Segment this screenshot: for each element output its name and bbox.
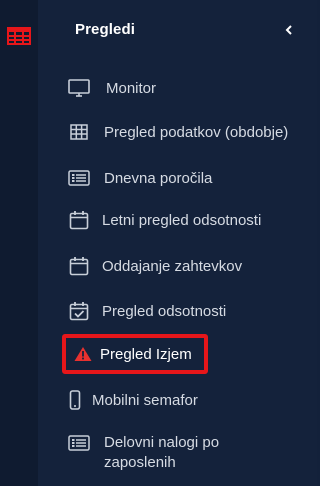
list-icon [68, 433, 90, 453]
menu-item-label: Dnevna poročila [104, 169, 213, 187]
app-window: Pregledi Monitor Pregled podatkov (obdob… [0, 0, 317, 486]
menu-item-label: Pregled podatkov (obdobje) [104, 123, 289, 141]
panel-title: Pregledi [75, 21, 135, 38]
calendar-icon [68, 256, 90, 276]
menu-item-pregled-odsotnosti[interactable]: Pregled odsotnosti [68, 299, 226, 323]
menu-item-label: Pregled Izjem [100, 345, 192, 363]
monitor-icon [68, 78, 90, 98]
list-icon [68, 168, 90, 188]
menu-item-label: Mobilni semafor [92, 391, 198, 409]
menu-item-label: Letni pregled odsotnosti [102, 211, 262, 229]
menu-item-pregled-izjem[interactable]: Pregled Izjem [62, 334, 208, 374]
menu-item-letni-pregled-odsotnosti[interactable]: Letni pregled odsotnosti [68, 208, 261, 232]
table-icon [68, 122, 90, 142]
warning-icon [74, 344, 92, 364]
menu-item-monitor[interactable]: Monitor [68, 76, 156, 100]
calendar-icon [68, 210, 90, 230]
menu-item-oddajanje-zahtevkov[interactable]: Oddajanje zahtevkov [68, 254, 242, 278]
menu-item-mobilni-semafor[interactable]: Mobilni semafor [68, 388, 198, 412]
menu-item-label: Delovni nalogi po zaposlenih [104, 434, 220, 471]
calendar-check-icon [68, 301, 90, 321]
menu-item-dnevna-porocila[interactable]: Dnevna poročila [68, 166, 212, 190]
menu-item-label: Oddajanje zahtevkov [102, 257, 243, 275]
chevron-left-icon[interactable] [282, 20, 296, 40]
sidebar-panel: Pregledi Monitor Pregled podatkov (obdob… [38, 0, 317, 486]
mobile-icon [68, 390, 82, 410]
menu-item-label: Pregled odsotnosti [102, 302, 227, 320]
icon-rail [0, 0, 38, 486]
menu-item-delovni-nalogi[interactable]: Delovni nalogi po zaposlenih [68, 433, 294, 473]
table-icon[interactable] [7, 27, 31, 45]
menu-item-pregled-podatkov[interactable]: Pregled podatkov (obdobje) [68, 120, 288, 144]
menu-item-label: Monitor [106, 79, 157, 97]
